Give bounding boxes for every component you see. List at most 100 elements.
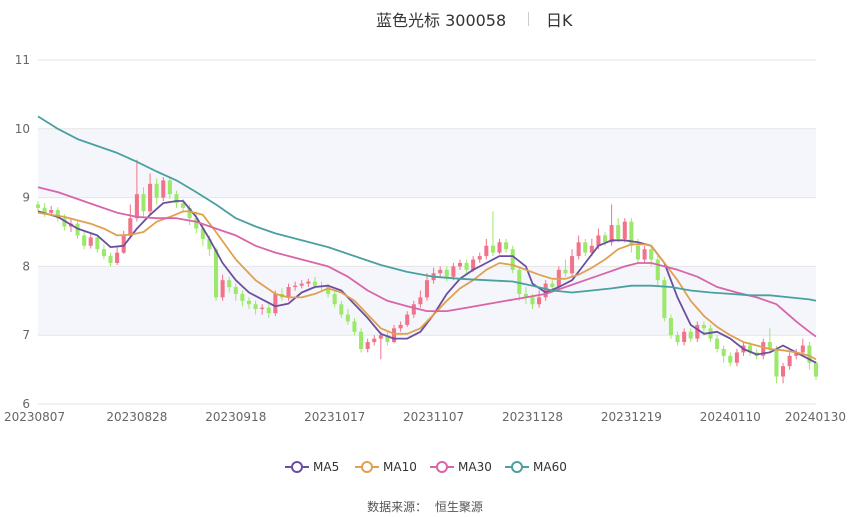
legend-label-ma30: MA30 [458,460,492,474]
candle-body [583,242,588,253]
candle-body [484,245,489,257]
x-tick-label-20230828: 20230828 [106,410,167,424]
candle-body [345,314,350,322]
candle-body [781,366,786,377]
candle-body [167,180,172,195]
x-tick-label-20231219: 20231219 [601,410,662,424]
candle [88,233,93,249]
legend-swatch-marker [361,461,373,473]
data-source-label: 数据来源： [367,500,428,514]
candle-body [372,338,377,343]
candle [583,238,588,257]
candle-body [332,293,337,305]
candle-body [418,297,423,305]
candle-body [424,280,430,298]
candle-body [721,348,726,356]
candle [728,352,733,367]
candle-body [602,235,608,243]
candle-body [813,362,819,377]
candle-body [352,321,357,332]
candle [510,245,515,274]
candle-body [668,318,673,336]
x-tick-label-20231128: 20231128 [502,410,563,424]
x-axis-labels: 20230807 20230828 20230918 20231017 20231107… [4,410,846,424]
candle [55,207,60,222]
candle-body [695,324,700,339]
candle-body [800,345,805,353]
candle-body [154,183,159,198]
candle-body [266,307,271,314]
candle-body [128,218,133,236]
candle-body [504,242,509,250]
legend-item-ma30[interactable]: MA30 [430,456,492,478]
candle [101,244,106,260]
x-tick-label-20231017: 20231017 [304,410,365,424]
candle-body [537,297,542,305]
candle-body [550,283,555,288]
candle [378,331,383,360]
y-tick-label-8: 8 [22,259,30,273]
candle-body [510,249,515,270]
candle [774,345,779,384]
y-tick-label-9: 9 [22,191,30,205]
candle [668,314,673,339]
legend-item-ma10[interactable]: MA10 [355,456,417,478]
candle [761,338,766,360]
y-tick-label-7: 7 [22,328,30,342]
candle [715,335,720,353]
data-source-value: 恒生聚源 [434,500,483,514]
candle-body [576,242,581,257]
legend-item-ma5[interactable]: MA5 [285,456,339,478]
candle-body [570,256,575,274]
data-source: 数据来源： 恒生聚源 [0,498,850,515]
candle [82,232,87,250]
candle [721,345,726,363]
candle-body [682,331,687,343]
candle [622,218,627,243]
candle-body [213,249,219,298]
candle-body [220,280,225,298]
candle-body [101,249,106,257]
candle-body [688,331,693,339]
candle-body [306,281,311,284]
candle [642,245,647,263]
candle-body [227,280,232,288]
candle [629,218,634,253]
candle-body [649,249,654,260]
legend-swatch-marker [511,461,523,473]
candle-body [273,293,278,314]
candle-body [260,307,265,310]
y-tick-label-11: 11 [15,53,30,67]
candle-body [464,262,469,270]
candle-body [774,348,779,377]
legend-swatch-ma10 [355,461,379,473]
candle [813,361,819,380]
legend-swatch-marker [436,461,448,473]
x-tick-label-20231107: 20231107 [403,410,464,424]
candle [497,238,502,255]
candle-body [312,281,317,286]
candle-body [490,245,495,253]
x-tick-label-20240110: 20240110 [700,410,761,424]
candle-body [477,256,482,260]
candle-body [134,194,139,219]
legend-swatch-ma60 [505,461,529,473]
candle [372,335,377,346]
candle-body [148,183,153,212]
candle [787,352,792,370]
candlestick-chart[interactable]: 6 7 8 9 10 11 20230807 20230828 20230918 2023101… [0,0,850,517]
plot-bands [38,128,816,336]
candle [781,362,786,384]
candle-body [457,262,462,267]
candle [477,252,482,263]
candle [115,247,120,266]
candle [504,238,509,253]
y-axis-labels: 6 7 8 9 10 11 [15,53,30,411]
candle [365,338,370,353]
candle-body [728,355,733,363]
legend-swatch-ma5 [285,461,309,473]
candle-body [240,293,245,301]
legend-item-ma60[interactable]: MA60 [505,456,567,478]
candle [484,238,489,260]
legend-swatch-marker [291,461,303,473]
